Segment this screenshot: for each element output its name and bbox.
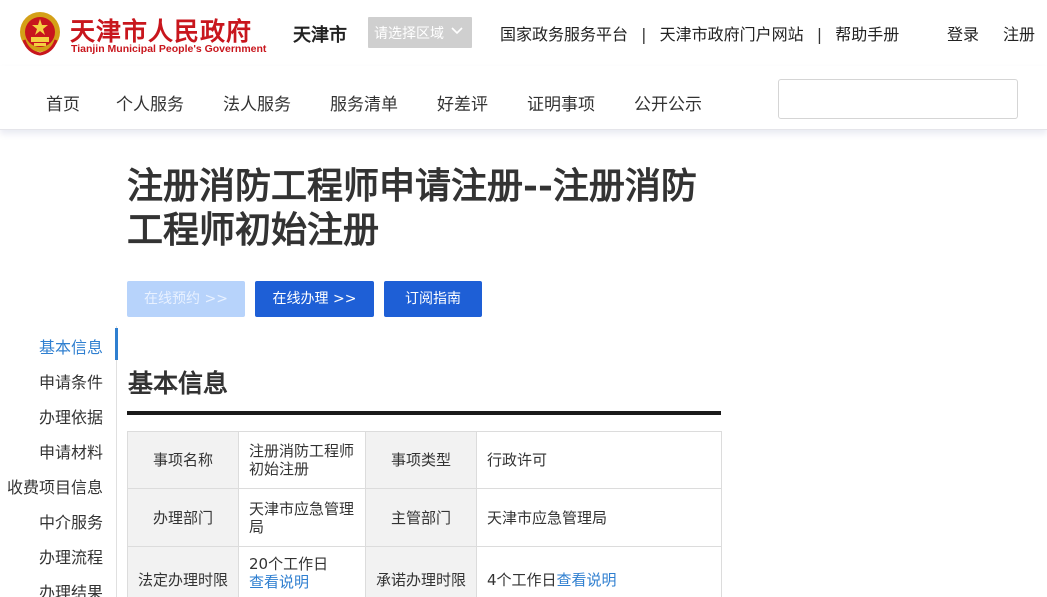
table-row: 办理部门 天津市应急管理局 主管部门 天津市应急管理局 [127,488,722,547]
info-table: 事项名称 注册消防工程师初始注册 事项类型 行政许可 办理部门 天津市应急管理局… [127,431,722,597]
side-item-basic-info[interactable]: 基本信息 [39,334,103,358]
top-links: 国家政务服务平台 | 天津市政府门户网站 | 帮助手册 [500,21,899,45]
logo-subtitle: Tianjin Municipal People's Government [71,43,267,55]
side-item-basis[interactable]: 办理依据 [39,404,103,428]
nav-legal-service[interactable]: 法人服务 [223,90,291,115]
table-label: 事项名称 [127,431,239,489]
side-item-process[interactable]: 办理流程 [39,544,103,568]
subscribe-guide-button[interactable]: 订阅指南 [384,281,482,317]
appointment-button[interactable]: 在线预约 >> [127,281,245,317]
promised-time-limit: 4个工作日 [487,570,557,589]
table-label: 事项类型 [365,431,477,489]
nav-personal-service[interactable]: 个人服务 [116,90,184,115]
top-bar: 天津市人民政府 Tianjin Municipal People's Gover… [0,0,1047,66]
separator: | [641,25,647,44]
link-help-manual[interactable]: 帮助手册 [835,21,899,45]
section-divider [127,411,721,415]
region-select-value: 请选择区域 [374,26,444,42]
nav-home[interactable]: 首页 [46,90,80,115]
register-link[interactable]: 注册 [1003,21,1035,45]
national-emblem-icon [20,12,60,56]
table-value: 天津市应急管理局 [476,488,722,547]
view-explanation-link[interactable]: 查看说明 [249,573,355,591]
site-logo[interactable]: 天津市人民政府 Tianjin Municipal People's Gover… [18,10,274,58]
side-item-conditions[interactable]: 申请条件 [39,369,103,393]
link-national-platform[interactable]: 国家政务服务平台 [500,21,628,45]
login-link[interactable]: 登录 [947,21,979,45]
table-label: 主管部门 [365,488,477,547]
table-value: 20个工作日 查看说明 [238,546,366,597]
nav-service-list[interactable]: 服务清单 [330,90,398,115]
search-input[interactable] [778,79,1018,119]
side-nav-divider [116,326,117,597]
city-label: 天津市 [293,25,347,46]
nav-public-notice[interactable]: 公开公示 [634,90,702,115]
side-item-materials[interactable]: 申请材料 [39,439,103,463]
nav-review[interactable]: 好差评 [437,90,488,115]
region-select[interactable]: 请选择区域 [368,17,472,48]
side-nav-active-indicator [115,328,118,360]
side-nav: 基本信息 申请条件 办理依据 申请材料 收费项目信息 中介服务 办理流程 办理结… [0,326,120,597]
view-explanation-link[interactable]: 查看说明 [557,571,617,589]
separator: | [816,25,823,44]
page-title: 注册消防工程师申请注册--注册消防工程师初始注册 [127,165,697,251]
table-label: 办理部门 [127,488,239,547]
table-row: 法定办理时限 20个工作日 查看说明 承诺办理时限 4个工作日查看说明 [127,546,722,597]
link-government-portal[interactable]: 天津市政府门户网站 [660,21,804,45]
side-item-result[interactable]: 办理结果 [39,579,103,597]
side-item-intermediary[interactable]: 中介服务 [39,509,103,533]
side-item-fees[interactable]: 收费项目信息 [7,474,103,498]
table-row: 事项名称 注册消防工程师初始注册 事项类型 行政许可 [127,431,722,489]
nav-certification[interactable]: 证明事项 [527,90,595,115]
table-label: 法定办理时限 [127,546,239,597]
legal-time-limit: 20个工作日 [249,555,329,573]
online-apply-button[interactable]: 在线办理 >> [255,281,374,317]
main-nav: 首页 个人服务 法人服务 服务清单 好差评 证明事项 公开公示 [0,66,1047,130]
table-label: 承诺办理时限 [365,546,477,597]
table-value: 4个工作日查看说明 [476,546,722,597]
table-value: 注册消防工程师初始注册 [238,431,366,489]
table-value: 行政许可 [476,431,722,489]
chevron-down-icon [451,27,463,35]
table-value: 天津市应急管理局 [238,488,366,547]
section-title: 基本信息 [128,369,229,398]
